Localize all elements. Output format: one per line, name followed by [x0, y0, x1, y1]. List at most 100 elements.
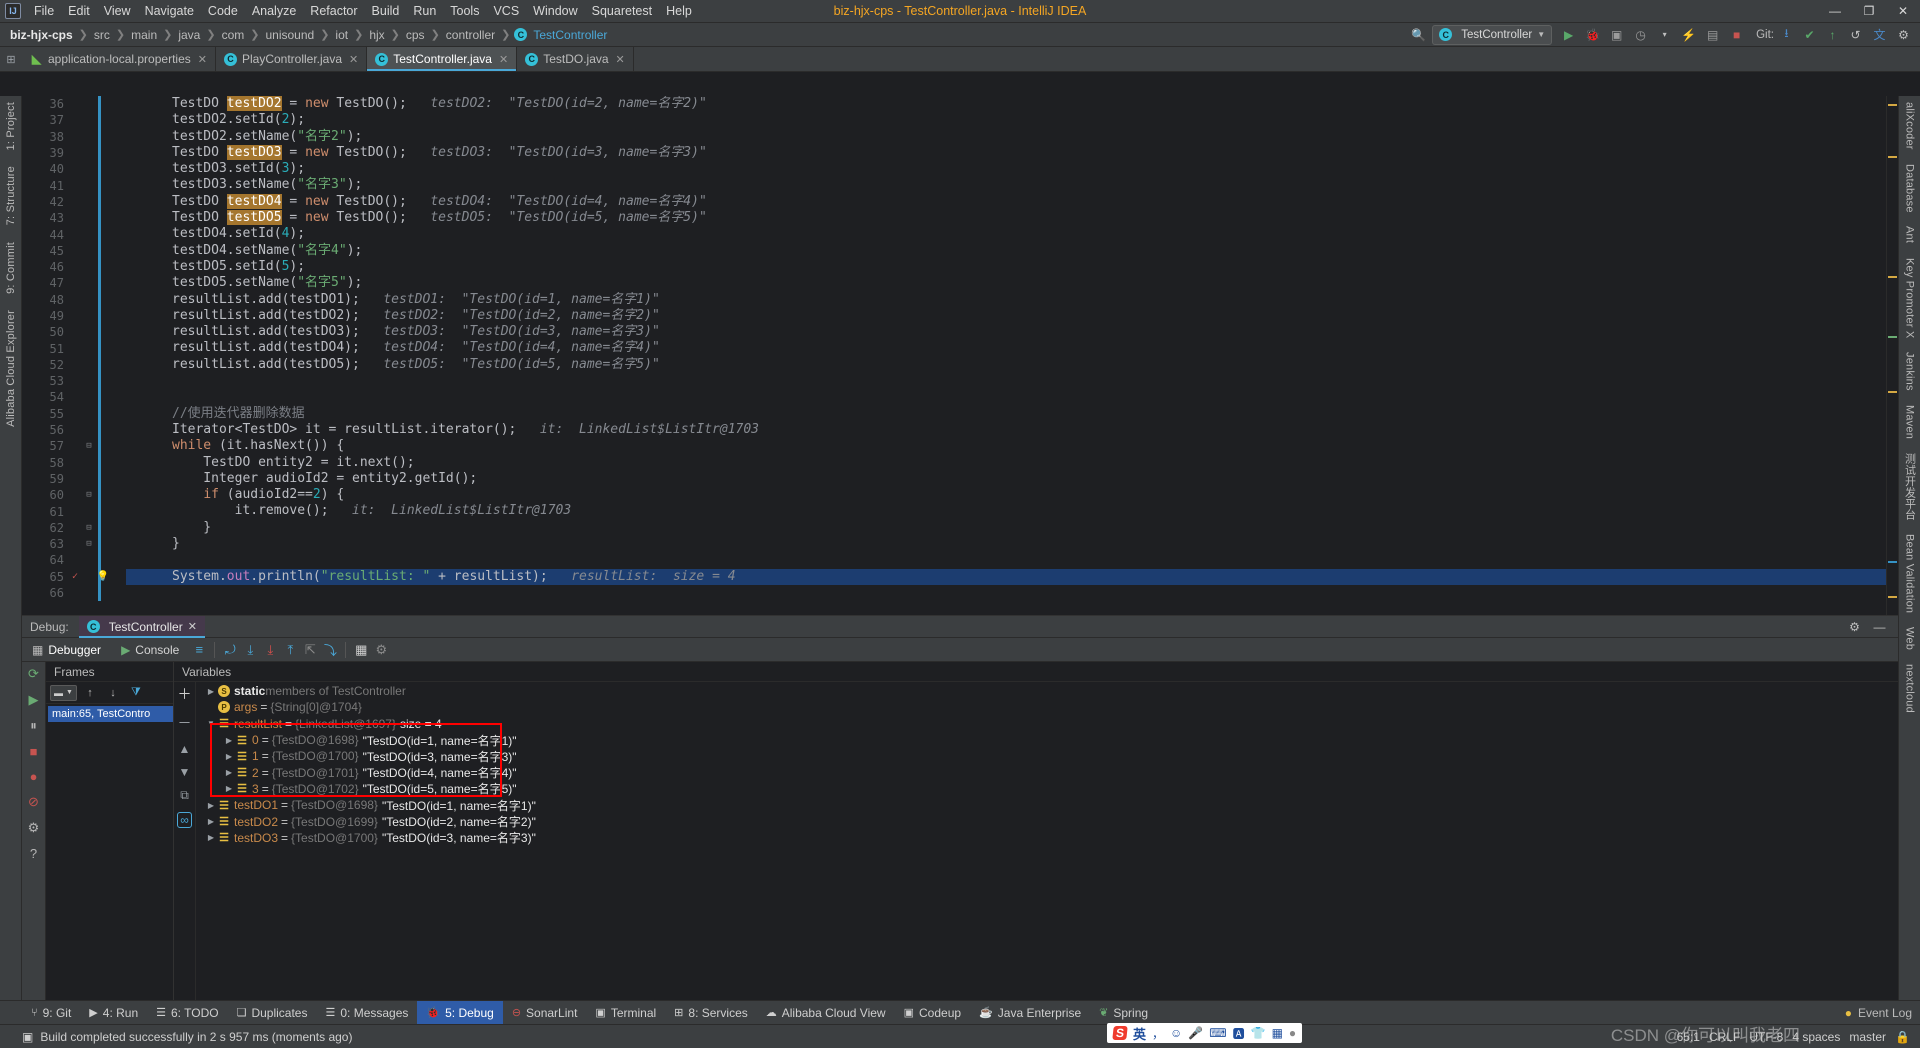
- gutter-line[interactable]: 57 ⊟: [22, 438, 122, 454]
- variable-row[interactable]: ▶ ☰ testDO1 = {TestDO@1698} "TestDO(id=1, …: [196, 797, 1898, 813]
- code-line[interactable]: System.out.println("resultList: " + resu…: [126, 568, 1886, 585]
- gutter-line[interactable]: 54: [22, 389, 122, 405]
- code-editor[interactable]: 36 37 38 39 40 41 42 43 44 45 46 47 48 49 50 51 52 53 54 55…: [22, 96, 1898, 615]
- breadcrumb-item-main[interactable]: main: [129, 28, 159, 42]
- tool-window-spring[interactable]: ❦ Spring: [1090, 1001, 1157, 1025]
- branch-label[interactable]: master: [1849, 1030, 1886, 1044]
- gutter-line[interactable]: 55: [22, 406, 122, 422]
- thread-selector[interactable]: ▬ ▼: [50, 684, 77, 701]
- push-icon[interactable]: ↑: [1822, 24, 1843, 45]
- gutter-line[interactable]: 66: [22, 585, 122, 601]
- chevron-down-icon[interactable]: ▼: [204, 719, 218, 728]
- profiler-icon[interactable]: ◷: [1630, 24, 1651, 45]
- code-line[interactable]: resultList.add(testDO4); testDO4: "TestD…: [126, 340, 1886, 356]
- code-line[interactable]: [126, 373, 1886, 389]
- code-line[interactable]: TestDO testDO2 = new TestDO(); testDO2: …: [126, 96, 1886, 112]
- gutter-line[interactable]: 58: [22, 455, 122, 471]
- copy-value-icon[interactable]: ⧉: [180, 788, 189, 803]
- frame-list-item[interactable]: main:65, TestContro: [48, 706, 173, 722]
- code-line[interactable]: resultList.add(testDO3); testDO3: "TestD…: [126, 324, 1886, 340]
- step-over-icon[interactable]: ⤾: [220, 640, 240, 660]
- right-rail-item--[interactable]: 测试开发平台: [1902, 453, 1918, 520]
- right-rail-item-ant[interactable]: Ant: [1904, 226, 1916, 243]
- gutter-line[interactable]: 43: [22, 210, 122, 226]
- add-watch-icon[interactable]: ＋: [178, 684, 192, 704]
- tool-window-8-services[interactable]: ⊞ 8: Services: [665, 1001, 757, 1025]
- variable-row[interactable]: ▶ ☰ testDO2 = {TestDO@1699} "TestDO(id=2, …: [196, 813, 1898, 830]
- tool-window-4-run[interactable]: ▶ 4: Run: [80, 1001, 147, 1025]
- chevron-right-icon[interactable]: ▶: [222, 784, 236, 793]
- sidebar-item-alibaba-cloud-explorer[interactable]: Alibaba Cloud Explorer: [5, 310, 17, 427]
- stop-icon[interactable]: ■: [30, 744, 38, 759]
- menu-item-help[interactable]: Help: [659, 1, 699, 21]
- debug-session-tab[interactable]: C TestController ✕: [78, 615, 206, 638]
- close-button[interactable]: ✕: [1886, 0, 1920, 22]
- menu-item-squaretest[interactable]: Squaretest: [585, 1, 659, 21]
- chevron-right-icon[interactable]: ▶: [222, 768, 236, 777]
- gutter-line[interactable]: 48: [22, 292, 122, 308]
- settings-icon[interactable]: ⚙: [1893, 24, 1914, 45]
- menu-item-view[interactable]: View: [97, 1, 138, 21]
- breadcrumb-item-hjx[interactable]: hjx: [367, 28, 386, 42]
- code-line[interactable]: TestDO testDO4 = new TestDO(); testDO4: …: [126, 193, 1886, 210]
- code-line[interactable]: testDO2.setId(2);: [126, 112, 1886, 128]
- code-line[interactable]: }: [126, 536, 1886, 552]
- mute-breakpoints-icon[interactable]: ⊘: [28, 794, 39, 810]
- gutter-line[interactable]: 49: [22, 308, 122, 324]
- code-line[interactable]: Iterator<TestDO> it = resultList.iterato…: [126, 422, 1886, 438]
- gutter-line[interactable]: 37: [22, 112, 122, 128]
- run-configuration-selector[interactable]: C TestController ▼: [1432, 24, 1553, 45]
- code-line[interactable]: resultList.add(testDO2); testDO2: "TestD…: [126, 308, 1886, 324]
- gutter-line[interactable]: 60 ⊟: [22, 487, 122, 503]
- variable-row[interactable]: ▶ Sstatic members of TestController: [196, 683, 1898, 699]
- code-line[interactable]: testDO4.setName("名字4");: [126, 243, 1886, 259]
- code-content[interactable]: TestDO testDO2 = new TestDO(); testDO2: …: [122, 96, 1886, 615]
- gutter-line[interactable]: 47: [22, 275, 122, 291]
- maximize-button[interactable]: ❐: [1852, 0, 1886, 22]
- tool-window-9-git[interactable]: ⑂ 9: Git: [22, 1001, 80, 1025]
- gutter-line[interactable]: 63 ⊟: [22, 536, 122, 552]
- breadcrumb-item-java[interactable]: java: [176, 28, 202, 42]
- tool-window-terminal[interactable]: ▣ Terminal: [586, 1001, 665, 1025]
- breakpoint-icon[interactable]: ✓: [68, 571, 82, 582]
- step-out-icon[interactable]: ⤒: [280, 640, 300, 660]
- tool-window-alibaba-cloud-view[interactable]: ☁ Alibaba Cloud View: [757, 1001, 895, 1025]
- variable-row[interactable]: ▶ ☰ 3 = {TestDO@1702} "TestDO(id=5, name=名…: [196, 781, 1898, 797]
- view-breakpoints-icon[interactable]: ●: [30, 769, 38, 784]
- tool-window-duplicates[interactable]: ❏ Duplicates: [228, 1001, 317, 1025]
- variable-row[interactable]: ▼ ☰ resultList = {LinkedList@1697} size = …: [196, 716, 1898, 732]
- breadcrumb-item-src[interactable]: src: [92, 28, 112, 42]
- apps-icon[interactable]: ▦: [1272, 1026, 1283, 1040]
- menu-item-tools[interactable]: Tools: [443, 1, 486, 21]
- gutter-line[interactable]: 45: [22, 243, 122, 259]
- right-rail-item-maven[interactable]: Maven: [1904, 405, 1916, 439]
- rollback-icon[interactable]: ↺: [1845, 24, 1866, 45]
- gutter-line[interactable]: 50: [22, 324, 122, 340]
- editor-scrollbar[interactable]: [1886, 96, 1898, 615]
- right-rail-item-nextcloud[interactable]: nextcloud: [1904, 664, 1916, 713]
- tool-window-java-enterprise[interactable]: ☕ Java Enterprise: [970, 1001, 1090, 1025]
- comma-icon[interactable]: ，: [1152, 1025, 1164, 1042]
- step-into-icon[interactable]: ⤓: [240, 640, 260, 660]
- code-line[interactable]: testDO3.setName("名字3");: [126, 177, 1886, 193]
- code-line[interactable]: }: [126, 520, 1886, 536]
- code-line[interactable]: it.remove(); it: LinkedList$ListItr@1703: [126, 503, 1886, 519]
- move-up-icon[interactable]: ▲: [179, 742, 191, 756]
- code-line[interactable]: //使用迭代器删除数据: [126, 406, 1886, 422]
- drop-frame-icon[interactable]: ⇱: [300, 640, 320, 660]
- translate-icon[interactable]: 🅰: [1233, 1025, 1245, 1042]
- fold-handle-icon[interactable]: ⊟: [82, 523, 96, 533]
- search-everywhere-icon[interactable]: 🔍: [1408, 24, 1429, 45]
- tool-window-codeup[interactable]: ▣ Codeup: [895, 1001, 970, 1025]
- settings-icon[interactable]: ⚙: [28, 820, 40, 836]
- tool-window-5-debug[interactable]: 🐞 5: Debug: [417, 1000, 503, 1025]
- fold-handle-icon[interactable]: ⊟: [82, 441, 96, 451]
- mic-icon[interactable]: 🎤: [1188, 1026, 1203, 1040]
- fold-handle-icon[interactable]: ⊟: [82, 539, 96, 549]
- close-icon[interactable]: ✕: [499, 53, 508, 66]
- editor-gutter[interactable]: 36 37 38 39 40 41 42 43 44 45 46 47 48 49 50 51 52 53 54 55…: [22, 96, 122, 615]
- close-icon[interactable]: ✕: [349, 53, 358, 66]
- debug-icon[interactable]: 🐞: [1582, 24, 1603, 45]
- gutter-line[interactable]: 56: [22, 422, 122, 438]
- code-line[interactable]: resultList.add(testDO5); testDO5: "TestD…: [126, 357, 1886, 373]
